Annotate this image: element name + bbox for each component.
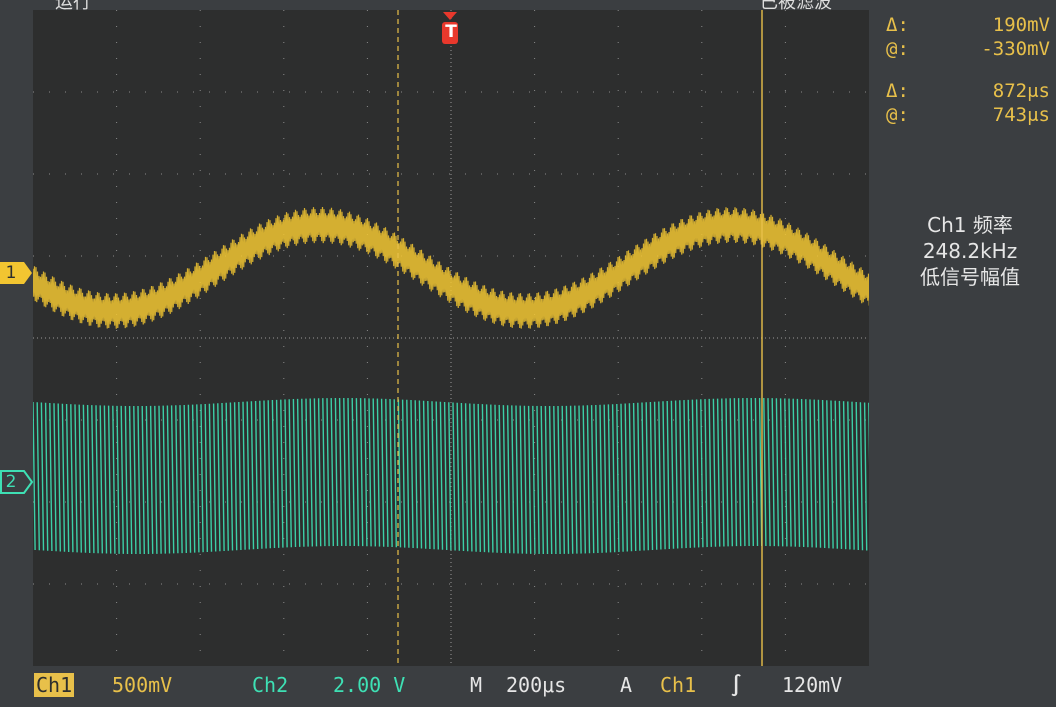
oscilloscope-display: 运行 已被滤波 T 1 2 Δ: 190mV @: -330mV Δ: 872μ… xyxy=(0,0,1056,707)
waveform-screen[interactable] xyxy=(33,10,869,666)
trigger-marker-label: T xyxy=(445,22,457,42)
ch2-marker-label: 2 xyxy=(5,472,17,492)
trigger-slope-icon: ∫ xyxy=(730,673,743,697)
ch2-waveform xyxy=(33,397,869,555)
trigger-level: 120mV xyxy=(782,673,843,697)
timebase-value: 200μs xyxy=(506,673,567,697)
voltage-delta-value: 190mV xyxy=(992,14,1050,36)
measurement-warning: 低信号幅值 xyxy=(920,265,1020,289)
timebase-label: M xyxy=(470,673,483,697)
voltage-delta-label: Δ: xyxy=(886,14,909,36)
time-at-label: @: xyxy=(886,104,909,126)
ch2-scale: 2.00 V xyxy=(333,673,406,697)
voltage-at-label: @: xyxy=(886,38,909,60)
time-delta-label: Δ: xyxy=(886,80,909,102)
voltage-at-value: -330mV xyxy=(981,38,1050,60)
time-delta-value: 872μs xyxy=(992,80,1050,102)
measurement-value: 248.2kHz xyxy=(922,239,1018,263)
waveform-area xyxy=(33,10,869,666)
ch2-label[interactable]: Ch2 xyxy=(252,673,288,697)
ch1-scale: 500mV xyxy=(112,673,173,697)
ch1-label[interactable]: Ch1 xyxy=(34,673,75,697)
trigger-mode: A xyxy=(620,673,633,697)
ch1-marker-label: 1 xyxy=(5,263,17,283)
measurement-title: Ch1 频率 xyxy=(927,213,1013,237)
status-bar: Ch1 500mV Ch2 2.00 V M 200μs A Ch1 ∫ 120… xyxy=(0,667,1056,707)
time-at-value: 743μs xyxy=(992,104,1050,126)
ch1-waveform xyxy=(33,207,869,329)
trigger-source: Ch1 xyxy=(660,673,697,697)
